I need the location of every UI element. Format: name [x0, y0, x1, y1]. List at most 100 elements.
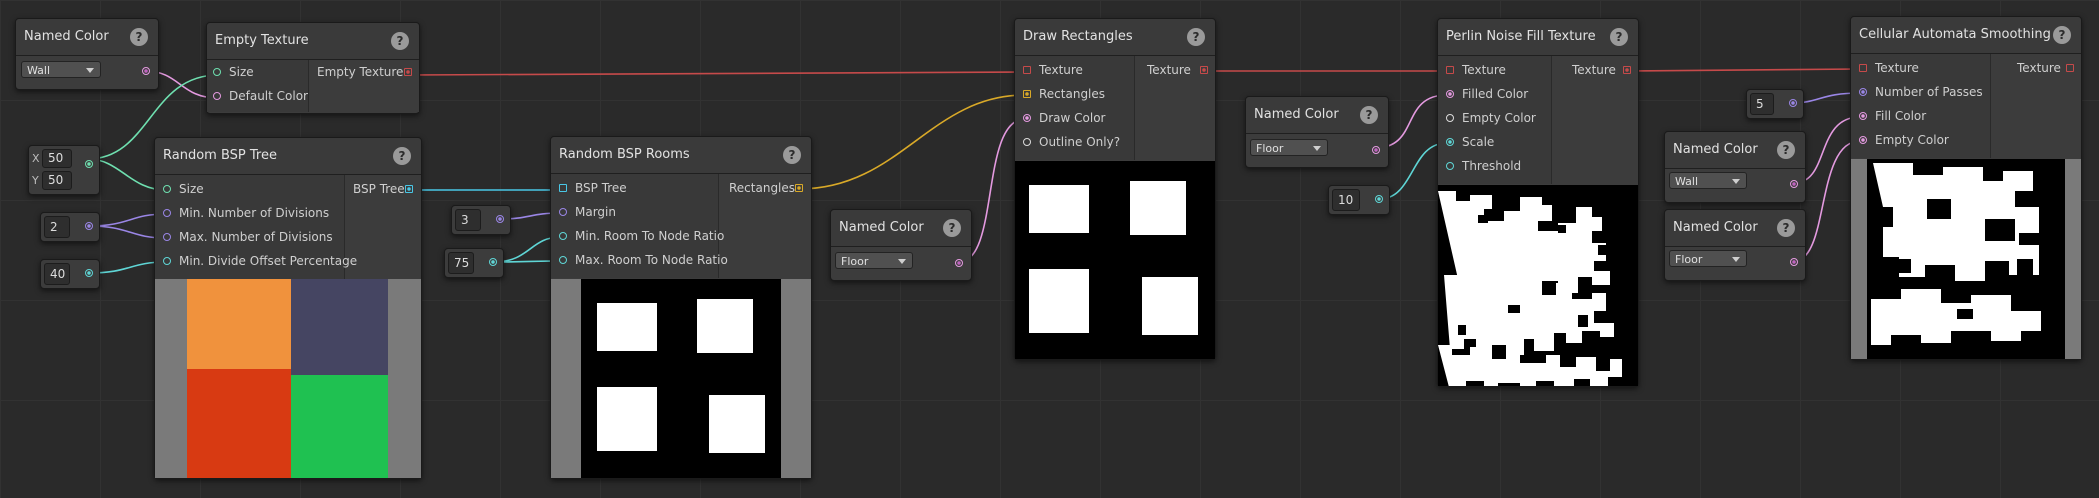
texture-output-port[interactable] — [2066, 64, 2074, 72]
texture-output-port[interactable] — [1200, 66, 1208, 74]
perlin-noise-node[interactable]: Perlin Noise Fill Texture? Texture Fille… — [1437, 18, 1639, 387]
int-field[interactable]: 5 — [1750, 93, 1774, 115]
outline-input-port[interactable] — [1023, 138, 1031, 146]
color-output-port[interactable] — [1790, 258, 1798, 266]
draw-rectangles-preview — [1015, 161, 1215, 359]
bsp-tree-preview — [155, 279, 421, 478]
float-node-ratio[interactable]: 75 — [444, 248, 504, 278]
input-label: Empty Color — [1875, 133, 1949, 147]
y-field[interactable]: 50 — [42, 171, 72, 190]
int-field[interactable]: 2 — [44, 216, 70, 238]
float-output-port[interactable] — [85, 269, 93, 277]
help-icon[interactable]: ? — [783, 146, 801, 164]
bsp-input-port[interactable] — [559, 184, 567, 192]
named-color-node-3[interactable]: Named Color? Floor — [1245, 96, 1389, 168]
draw-color-input-port[interactable] — [1023, 114, 1031, 122]
input-label: Filled Color — [1462, 87, 1529, 101]
help-icon[interactable]: ? — [393, 147, 411, 165]
help-icon[interactable]: ? — [391, 32, 409, 50]
default-color-input-port[interactable] — [213, 92, 221, 100]
color-output-port[interactable] — [142, 67, 150, 75]
int-field[interactable]: 3 — [455, 209, 481, 231]
color-dropdown[interactable]: Wall — [1669, 172, 1747, 189]
named-color-node-4[interactable]: Named Color? Wall — [1664, 131, 1806, 203]
float-node-offset[interactable]: 40 — [40, 259, 100, 289]
input-label: BSP Tree — [575, 181, 627, 195]
min-offset-input-port[interactable] — [163, 257, 171, 265]
max-ratio-input-port[interactable] — [559, 256, 567, 264]
room-rect — [709, 395, 765, 453]
int-node-divisions[interactable]: 2 — [40, 212, 100, 242]
cellular-automata-node[interactable]: Cellular Automata Smoothing? Texture Num… — [1850, 16, 2082, 360]
output-label: Texture — [1572, 63, 1616, 77]
help-icon[interactable]: ? — [1610, 28, 1628, 46]
x-field[interactable]: 50 — [42, 149, 72, 168]
int-node-margin[interactable]: 3 — [451, 205, 511, 235]
float-field[interactable]: 40 — [44, 263, 70, 285]
help-icon[interactable]: ? — [943, 219, 961, 237]
color-dropdown[interactable]: Floor — [835, 252, 913, 269]
float-field[interactable]: 10 — [1332, 189, 1360, 211]
help-icon[interactable]: ? — [1777, 219, 1795, 237]
bsp-rooms-preview — [551, 279, 811, 478]
color-output-port[interactable] — [1372, 146, 1380, 154]
random-bsp-tree-node[interactable]: Random BSP Tree? Size Min. Number of Div… — [154, 137, 422, 479]
named-color-node-1[interactable]: Named Color? Wall — [15, 18, 159, 90]
help-icon[interactable]: ? — [1187, 28, 1205, 46]
texture-output-port[interactable] — [1623, 66, 1631, 74]
passes-input-port[interactable] — [1859, 88, 1867, 96]
draw-rectangles-node[interactable]: Draw Rectangles? Texture Rectangles Draw… — [1014, 18, 1216, 360]
max-divisions-input-port[interactable] — [163, 233, 171, 241]
smoothed-pattern — [1871, 163, 2041, 345]
size-vector-node[interactable]: X 50 Y 50 — [28, 145, 100, 195]
bsp-output-port[interactable] — [405, 185, 413, 193]
float-field[interactable]: 75 — [448, 252, 474, 274]
min-divisions-input-port[interactable] — [163, 209, 171, 217]
rectangles-output-port[interactable] — [795, 184, 803, 192]
texture-input-port[interactable] — [1023, 66, 1031, 74]
empty-color-input-port[interactable] — [1446, 114, 1454, 122]
named-color-node-2[interactable]: Named Color? Floor — [830, 209, 972, 281]
random-bsp-rooms-node[interactable]: Random BSP Rooms? BSP Tree Margin Min. R… — [550, 136, 812, 479]
color-dropdown[interactable]: Floor — [1250, 139, 1328, 156]
vector-output-port[interactable] — [85, 160, 93, 168]
input-label: Draw Color — [1039, 111, 1106, 125]
threshold-input-port[interactable] — [1446, 162, 1454, 170]
size-input-port[interactable] — [213, 68, 221, 76]
texture-output-port[interactable] — [404, 68, 412, 76]
filled-color-input-port[interactable] — [1446, 90, 1454, 98]
texture-input-port[interactable] — [1446, 66, 1454, 74]
float-output-port[interactable] — [489, 258, 497, 266]
input-label: Rectangles — [1039, 87, 1106, 101]
int-output-port[interactable] — [1789, 99, 1797, 107]
texture-input-port[interactable] — [1859, 64, 1867, 72]
input-label: Texture — [1875, 61, 1919, 75]
float-output-port[interactable] — [1375, 195, 1383, 203]
input-label: Max. Number of Divisions — [179, 230, 333, 244]
float-node-scale[interactable]: 10 — [1328, 185, 1390, 215]
named-color-node-5[interactable]: Named Color? Floor — [1664, 209, 1806, 281]
bsp-region — [291, 279, 388, 375]
node-title: Draw Rectangles? — [1015, 19, 1215, 56]
empty-texture-node[interactable]: Empty Texture? Size Default Color Empty … — [206, 22, 420, 114]
color-dropdown[interactable]: Wall — [21, 61, 101, 78]
rectangles-input-port[interactable] — [1023, 90, 1031, 98]
empty-color-input-port[interactable] — [1859, 136, 1867, 144]
size-input-port[interactable] — [163, 185, 171, 193]
help-icon[interactable]: ? — [1777, 141, 1795, 159]
help-icon[interactable]: ? — [130, 28, 148, 46]
help-icon[interactable]: ? — [1360, 106, 1378, 124]
help-icon[interactable]: ? — [2053, 26, 2071, 44]
color-output-port[interactable] — [955, 259, 963, 267]
room-rect — [1029, 269, 1089, 333]
fill-color-input-port[interactable] — [1859, 112, 1867, 120]
margin-input-port[interactable] — [559, 208, 567, 216]
int-output-port[interactable] — [85, 222, 93, 230]
color-output-port[interactable] — [1790, 180, 1798, 188]
int-output-port[interactable] — [496, 215, 504, 223]
bsp-region — [187, 369, 291, 478]
min-ratio-input-port[interactable] — [559, 232, 567, 240]
scale-input-port[interactable] — [1446, 138, 1454, 146]
int-node-passes[interactable]: 5 — [1746, 89, 1804, 119]
color-dropdown[interactable]: Floor — [1669, 250, 1747, 267]
